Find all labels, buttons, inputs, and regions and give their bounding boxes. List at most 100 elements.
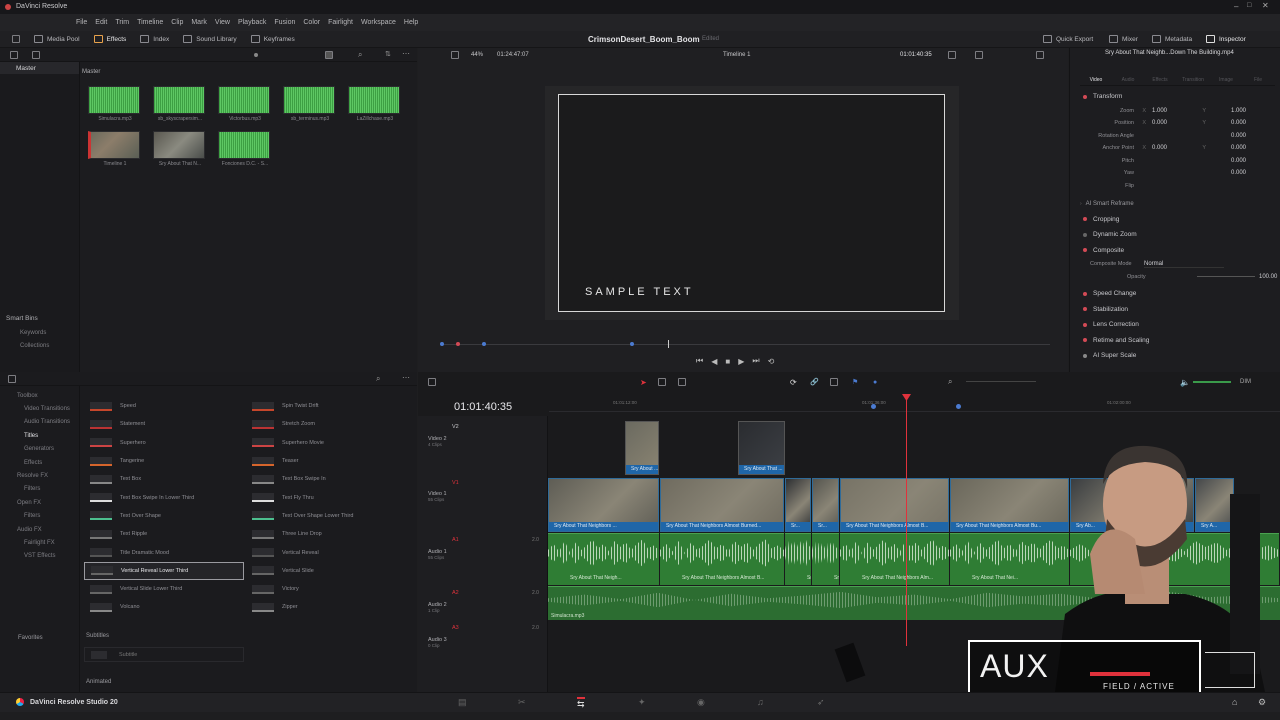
composite-mode-select[interactable]: Normal	[1144, 261, 1224, 268]
fairlight-page-icon[interactable]: ♫	[757, 697, 764, 707]
opacity-slider[interactable]	[1197, 276, 1255, 278]
home-icon[interactable]: ⌂	[1232, 697, 1237, 707]
title-effect-item[interactable]: Speed	[84, 397, 244, 415]
menu-item-help[interactable]: Help	[404, 19, 418, 26]
title-effect-item[interactable]: Zipper	[246, 598, 406, 616]
v2-clip[interactable]: Sry About ...	[625, 421, 659, 475]
property-y-value[interactable]: 1.000	[1206, 108, 1246, 114]
menu-item-mark[interactable]: Mark	[191, 19, 207, 26]
title-effect-item[interactable]: Superhero Movie	[246, 434, 406, 452]
menu-item-playback[interactable]: Playback	[238, 19, 266, 26]
inspector-button[interactable]: Inspector	[1206, 35, 1246, 43]
timeline-playhead[interactable]	[906, 396, 907, 646]
tree-item-video-transitions[interactable]: Video Transitions	[0, 402, 79, 415]
grid-view-icon[interactable]	[32, 50, 40, 59]
trim-tool-icon[interactable]	[658, 378, 666, 386]
lock-icon[interactable]	[830, 378, 838, 386]
section-composite[interactable]: Composite	[1070, 243, 1280, 259]
search-icon[interactable]: ⌕	[376, 374, 380, 384]
v1-clip[interactable]: Sr...	[812, 478, 839, 532]
sound-library-button[interactable]: Sound Library	[183, 35, 237, 43]
section-stabilization[interactable]: Stabilization	[1070, 302, 1280, 318]
snapping-icon[interactable]: ⟳	[790, 378, 797, 387]
play-icon[interactable]: ▶	[738, 357, 744, 366]
menu-item-file[interactable]: File	[76, 19, 87, 26]
tree-item-fairlight-fx[interactable]: Fairlight FX	[0, 536, 79, 549]
title-effect-item[interactable]: Text Fly Thru	[246, 488, 406, 506]
a1-clip[interactable]: Sr...	[812, 533, 839, 585]
tab-file[interactable]: File	[1242, 67, 1274, 83]
zoom-icon[interactable]: ⌕	[948, 377, 952, 387]
track-header-v2[interactable]: Video 24 Clips	[418, 436, 447, 447]
tree-item-audio-transitions[interactable]: Audio Transitions	[0, 416, 79, 429]
quick-export-button[interactable]: Quick Export	[1043, 35, 1093, 43]
enabled-dot-icon[interactable]	[1083, 307, 1087, 312]
property-y-value[interactable]: 0.000	[1206, 158, 1246, 164]
timeline-marker[interactable]	[871, 404, 876, 409]
maximize-icon[interactable]: □	[1247, 2, 1251, 9]
title-effect-item[interactable]: Text Box	[84, 470, 244, 488]
subtitle-item[interactable]: Subtitle	[84, 647, 244, 662]
sort-icon[interactable]: ⇅	[385, 50, 391, 58]
enabled-dot-icon[interactable]	[1083, 94, 1087, 99]
color-page-icon[interactable]: ◉	[697, 697, 705, 708]
title-effect-item[interactable]: Title Dramatic Mood	[84, 543, 244, 561]
title-effect-item[interactable]: Volcano	[84, 598, 244, 616]
slider-icon[interactable]	[254, 53, 258, 57]
property-y-value[interactable]: 0.000	[1206, 133, 1246, 139]
effects-button[interactable]: Effects	[93, 35, 126, 43]
v1-clip[interactable]: Sry About That Neighbors Almost Burned..…	[660, 478, 784, 532]
track-header-a2[interactable]: Audio 21 Clip	[418, 602, 447, 613]
index-button[interactable]: Index	[140, 35, 169, 43]
link-icon[interactable]: 🔗	[810, 378, 819, 386]
a1-clip[interactable]: Sr...	[785, 533, 811, 585]
menu-item-fairlight[interactable]: Fairlight	[328, 19, 353, 26]
timeline-name[interactable]: Timeline 1	[723, 52, 750, 58]
media-pool-button[interactable]: Media Pool	[34, 35, 80, 43]
property-y-value[interactable]: 0.000	[1206, 170, 1246, 176]
mixer-button[interactable]: Mixer	[1109, 35, 1138, 43]
tree-item-filters[interactable]: Filters	[0, 483, 79, 496]
tree-item-audio-fx[interactable]: Audio FX	[0, 523, 79, 536]
play-reverse-icon[interactable]: ◀	[711, 357, 717, 366]
section-cropping[interactable]: Cropping	[1070, 212, 1280, 228]
tree-item-toolbox[interactable]: Toolbox	[0, 389, 79, 402]
enabled-dot-icon[interactable]	[1083, 217, 1087, 222]
track-header-a3[interactable]: Audio 30 Clip	[418, 637, 447, 648]
a1-clip[interactable]: Sry About That Neigh...	[548, 533, 659, 585]
tree-item-resolve-fx[interactable]: Resolve FX	[0, 469, 79, 482]
viewer-scrubber[interactable]	[440, 344, 1050, 345]
fusion-page-icon[interactable]: ✦	[638, 697, 646, 708]
more-options-icon[interactable]: ⋯	[402, 49, 410, 58]
tree-item-vst-effects[interactable]: VST Effects	[0, 550, 79, 563]
scrubber-playhead[interactable]	[668, 340, 669, 348]
menu-item-trim[interactable]: Trim	[115, 19, 129, 26]
smart-bin-keywords[interactable]: Keywords	[20, 330, 46, 336]
go-to-end-icon[interactable]: ⏭	[752, 356, 759, 366]
section-retime-scaling[interactable]: Retime and Scaling	[1070, 333, 1280, 349]
timeline-marker[interactable]	[956, 404, 961, 409]
title-effect-item[interactable]: Vertical Reveal Lower Third	[84, 561, 244, 580]
title-effect-item[interactable]: Statement	[84, 415, 244, 433]
transform-header[interactable]: Transform	[1070, 89, 1280, 105]
edit-page-icon[interactable]: ⇆	[577, 697, 585, 710]
title-effect-item[interactable]: Text Box Swipe In Lower Third	[84, 488, 244, 506]
go-to-start-icon[interactable]: ⏮	[696, 356, 703, 366]
enabled-dot-icon[interactable]	[1083, 291, 1087, 296]
panel-toggle-icon[interactable]	[12, 35, 20, 43]
enabled-dot-icon[interactable]	[1083, 338, 1087, 343]
menu-item-edit[interactable]: Edit	[95, 19, 107, 26]
dim-label[interactable]: DIM	[1240, 379, 1251, 385]
sidebar-toggle-icon[interactable]	[8, 374, 16, 383]
marker-icon[interactable]: ●	[873, 379, 877, 386]
tab-audio[interactable]: Audio	[1112, 67, 1144, 83]
volume-icon[interactable]: 🔈	[1180, 378, 1190, 387]
menu-item-color[interactable]: Color	[303, 19, 320, 26]
settings-icon[interactable]: ⚙	[1258, 697, 1266, 708]
a1-clip[interactable]: Sry About That Neighbors Almost B...	[660, 533, 784, 585]
blade-tool-icon[interactable]	[678, 378, 686, 386]
minimize-icon[interactable]: –	[1234, 2, 1238, 11]
v2-clip[interactable]: Sry About That ...	[738, 421, 785, 475]
more-options-icon[interactable]: ⋯	[402, 373, 410, 382]
search-icon[interactable]: ⌕	[358, 50, 362, 60]
